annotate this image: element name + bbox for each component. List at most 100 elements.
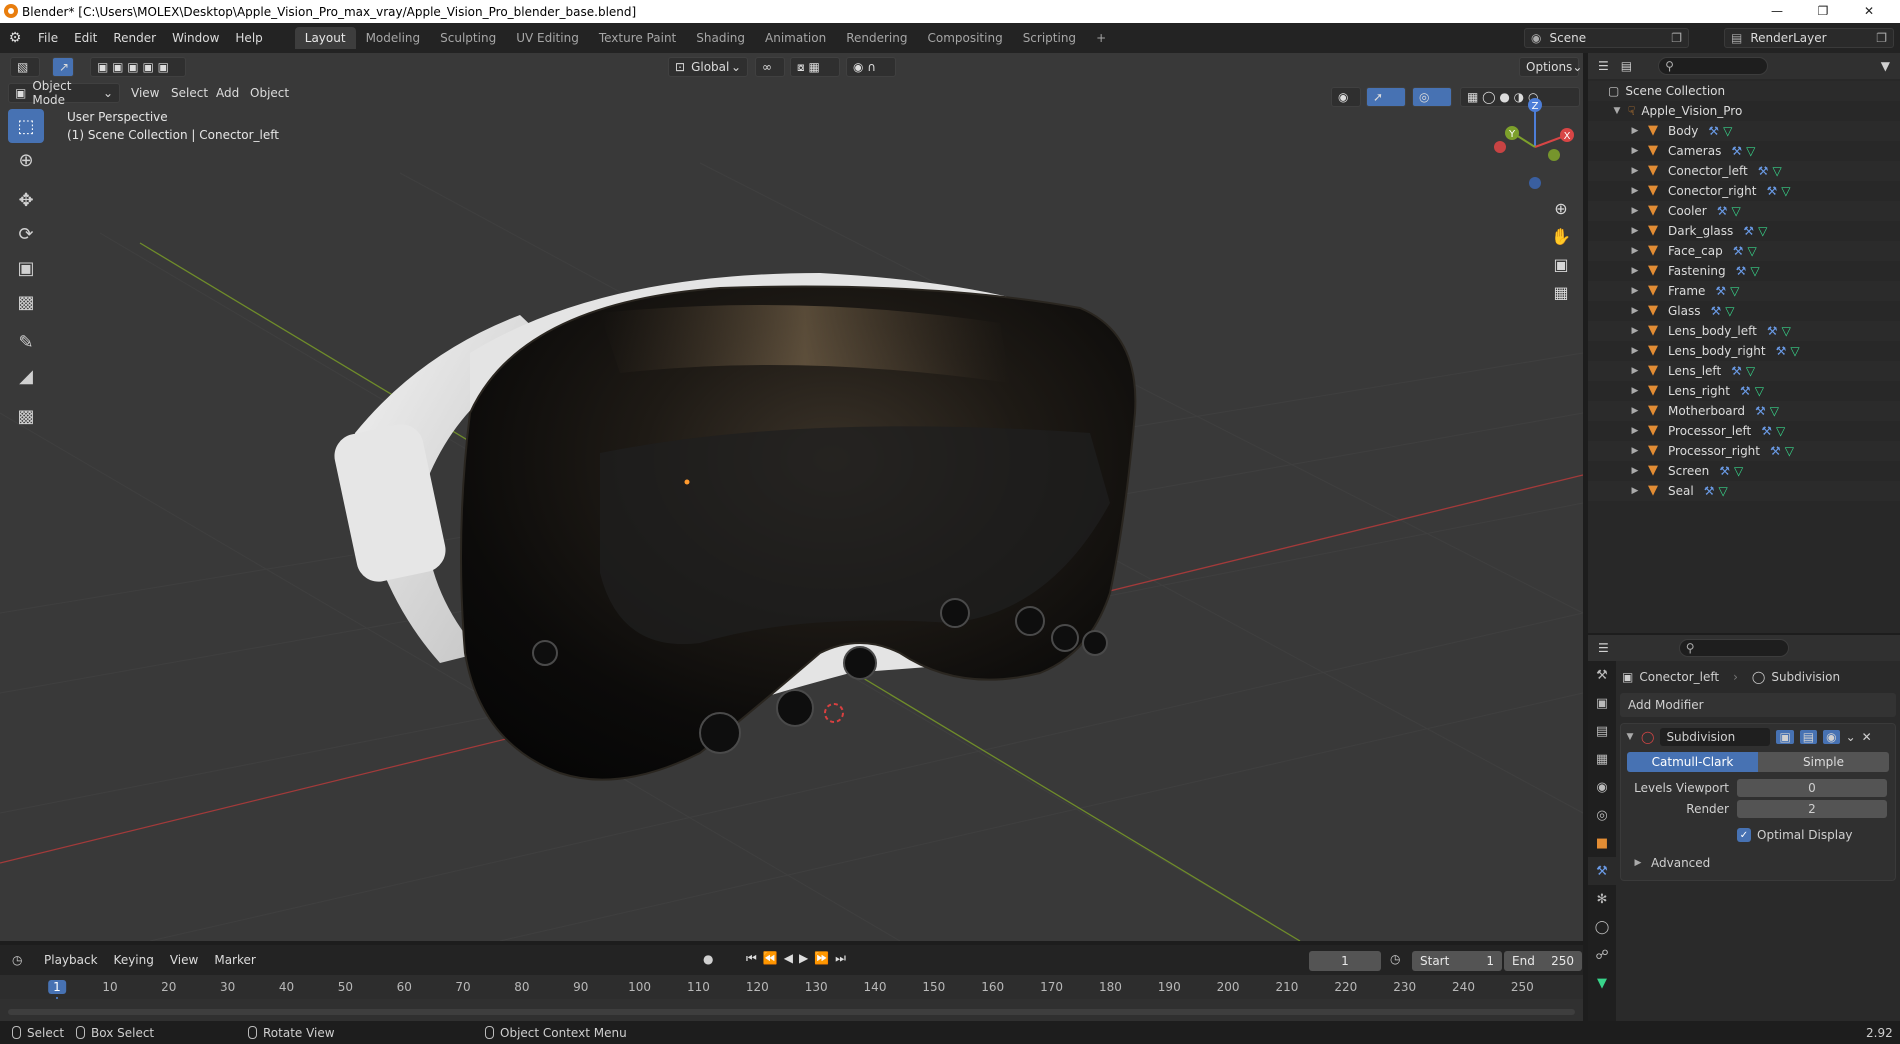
outliner-item-lens-body-left[interactable]: ▶ ▼ Lens_body_left ⚒ ▽ <box>1588 321 1900 341</box>
outliner-item-seal[interactable]: ▶ ▼ Seal ⚒ ▽ <box>1588 481 1900 501</box>
measure-tool-icon[interactable]: ◢ <box>8 359 44 393</box>
copy-icon[interactable]: ❐ <box>1876 31 1887 45</box>
mesh-data-icon[interactable]: ▽ <box>1746 364 1755 378</box>
optimal-display-checkbox[interactable]: ✓ <box>1737 828 1751 842</box>
menu-help[interactable]: Help <box>227 31 270 45</box>
modifier-name-field[interactable]: Subdivision <box>1660 728 1771 746</box>
collapse-icon[interactable]: ▼ <box>1625 732 1635 742</box>
zoom-icon[interactable]: ⊕ <box>1548 195 1574 221</box>
close-icon[interactable]: ✕ <box>1862 730 1872 744</box>
constraints-tab-icon[interactable]: ☍ <box>1588 941 1616 969</box>
mesh-data-icon[interactable]: ▽ <box>1770 404 1779 418</box>
mesh-data-icon[interactable]: ▽ <box>1758 224 1767 238</box>
levels-viewport-field[interactable]: 0 <box>1737 779 1887 797</box>
display-mode-icon[interactable]: ▤ <box>1621 59 1632 73</box>
menu-window[interactable]: Window <box>164 31 227 45</box>
outliner-item-lens-left[interactable]: ▶ ▼ Lens_left ⚒ ▽ <box>1588 361 1900 381</box>
menu-add[interactable]: Add <box>216 86 239 100</box>
pivot-icon[interactable]: ∞ <box>755 57 785 77</box>
navigation-gizmo[interactable]: Z X Y <box>1490 89 1580 199</box>
modifier-wrench-icon[interactable]: ⚒ <box>1736 264 1747 278</box>
mesh-data-icon[interactable]: ▽ <box>1730 284 1739 298</box>
transform-tool-icon[interactable]: ▩ <box>8 285 44 319</box>
modifier-tab-icon[interactable]: ⚒ <box>1588 857 1616 885</box>
mesh-data-icon[interactable]: ▽ <box>1723 124 1732 138</box>
editor-type-icon[interactable]: ▧ <box>10 57 40 77</box>
gizmo-toggle-icon[interactable]: ➚ <box>1366 87 1406 107</box>
expand-down-icon[interactable]: ▼ <box>1612 106 1622 116</box>
mesh-data-icon[interactable]: ▽ <box>1734 464 1743 478</box>
expand-right-icon[interactable]: ▶ <box>1630 266 1640 276</box>
outliner-item-frame[interactable]: ▶ ▼ Frame ⚒ ▽ <box>1588 281 1900 301</box>
data-tab-icon[interactable]: ▼ <box>1588 969 1616 997</box>
outliner-item-cooler[interactable]: ▶ ▼ Cooler ⚒ ▽ <box>1588 201 1900 221</box>
scene-tab-icon[interactable]: ◉ <box>1588 773 1616 801</box>
expand-right-icon[interactable]: ▶ <box>1630 126 1640 136</box>
menu-object[interactable]: Object <box>250 86 289 100</box>
proportional-edit-icon[interactable]: ◉ ∩ <box>846 57 896 77</box>
world-tab-icon[interactable]: ◎ <box>1588 801 1616 829</box>
scene-selector[interactable]: ◉ Scene ❐ <box>1524 28 1689 48</box>
modifier-wrench-icon[interactable]: ⚒ <box>1733 244 1744 258</box>
tool-tab-icon[interactable]: ⚒ <box>1588 661 1616 689</box>
outliner-item-body[interactable]: ▶ ▼ Body ⚒ ▽ <box>1588 121 1900 141</box>
tab-sculpting[interactable]: Sculpting <box>430 27 506 49</box>
outliner-item-lens-right[interactable]: ▶ ▼ Lens_right ⚒ ▽ <box>1588 381 1900 401</box>
properties-editor-icon[interactable]: ☰ <box>1598 641 1609 655</box>
expand-right-icon[interactable]: ▶ <box>1630 206 1640 216</box>
outliner-item-processor-left[interactable]: ▶ ▼ Processor_left ⚒ ▽ <box>1588 421 1900 441</box>
modifier-wrench-icon[interactable]: ⚒ <box>1708 124 1719 138</box>
expand-right-icon[interactable]: ▶ <box>1630 306 1640 316</box>
mesh-data-icon[interactable]: ▽ <box>1746 144 1755 158</box>
outliner-item-glass[interactable]: ▶ ▼ Glass ⚒ ▽ <box>1588 301 1900 321</box>
timeline-scrollbar[interactable] <box>8 1009 1575 1015</box>
expand-right-icon[interactable]: ▶ <box>1630 386 1640 396</box>
expand-right-icon[interactable]: ▶ <box>1630 406 1640 416</box>
orientation-dropdown[interactable]: ⊡ Global ⌄ <box>668 57 748 77</box>
expand-right-icon[interactable]: ▶ <box>1630 426 1640 436</box>
blender-menu-icon[interactable]: ⚙ <box>0 30 30 46</box>
move-tool-icon[interactable]: ✥ <box>8 183 44 217</box>
modifier-wrench-icon[interactable]: ⚒ <box>1761 424 1772 438</box>
mesh-data-icon[interactable]: ▽ <box>1776 424 1785 438</box>
advanced-section[interactable]: ▶ Advanced <box>1621 852 1895 874</box>
menu-render[interactable]: Render <box>105 31 164 45</box>
select-box-tool-icon[interactable]: ⬚ <box>8 109 44 143</box>
view-layer-tab-icon[interactable]: ▦ <box>1588 745 1616 773</box>
menu-keying[interactable]: Keying <box>106 953 162 967</box>
output-tab-icon[interactable]: ▤ <box>1588 717 1616 745</box>
menu-edit[interactable]: Edit <box>66 31 105 45</box>
end-frame-field[interactable]: End 250 <box>1504 951 1582 971</box>
menu-file[interactable]: File <box>30 31 66 45</box>
modifier-wrench-icon[interactable]: ⚒ <box>1755 404 1766 418</box>
outliner-item-motherboard[interactable]: ▶ ▼ Motherboard ⚒ ▽ <box>1588 401 1900 421</box>
object-tab-icon[interactable]: ■ <box>1588 829 1616 857</box>
modifier-wrench-icon[interactable]: ⚒ <box>1731 364 1742 378</box>
add-modifier-button[interactable]: Add Modifier <box>1620 693 1896 717</box>
mesh-data-icon[interactable]: ▽ <box>1750 264 1759 278</box>
pan-hand-icon[interactable]: ✋ <box>1548 223 1574 249</box>
collection-row[interactable]: ▼ ☟ Apple_Vision_Pro <box>1588 101 1900 121</box>
tab-scripting[interactable]: Scripting <box>1013 27 1086 49</box>
mesh-data-icon[interactable]: ▽ <box>1731 204 1740 218</box>
expand-right-icon[interactable]: ▶ <box>1630 346 1640 356</box>
menu-timeline-view[interactable]: View <box>162 953 206 967</box>
expand-right-icon[interactable]: ▶ <box>1630 166 1640 176</box>
expand-right-icon[interactable]: ▶ <box>1630 226 1640 236</box>
select-mode-icon[interactable]: ↗ <box>52 57 74 77</box>
expand-right-icon[interactable]: ▶ <box>1630 446 1640 456</box>
outliner-item-screen[interactable]: ▶ ▼ Screen ⚒ ▽ <box>1588 461 1900 481</box>
modifier-wrench-icon[interactable]: ⚒ <box>1715 284 1726 298</box>
properties-search-input[interactable]: ⚲ <box>1678 639 1789 657</box>
camera-view-icon[interactable]: ▣ <box>1548 251 1574 277</box>
mesh-data-icon[interactable]: ▽ <box>1718 484 1727 498</box>
mesh-data-icon[interactable]: ▽ <box>1782 324 1791 338</box>
menu-marker[interactable]: Marker <box>206 953 263 967</box>
minimize-button[interactable]: — <box>1754 0 1800 23</box>
close-window-button[interactable]: ✕ <box>1846 0 1892 23</box>
mesh-data-icon[interactable]: ▽ <box>1785 444 1794 458</box>
render-tab-icon[interactable]: ▣ <box>1588 689 1616 717</box>
current-frame-field[interactable]: 1 <box>1309 951 1381 971</box>
modifier-wrench-icon[interactable]: ⚒ <box>1770 444 1781 458</box>
rotate-tool-icon[interactable]: ⟳ <box>8 217 44 251</box>
